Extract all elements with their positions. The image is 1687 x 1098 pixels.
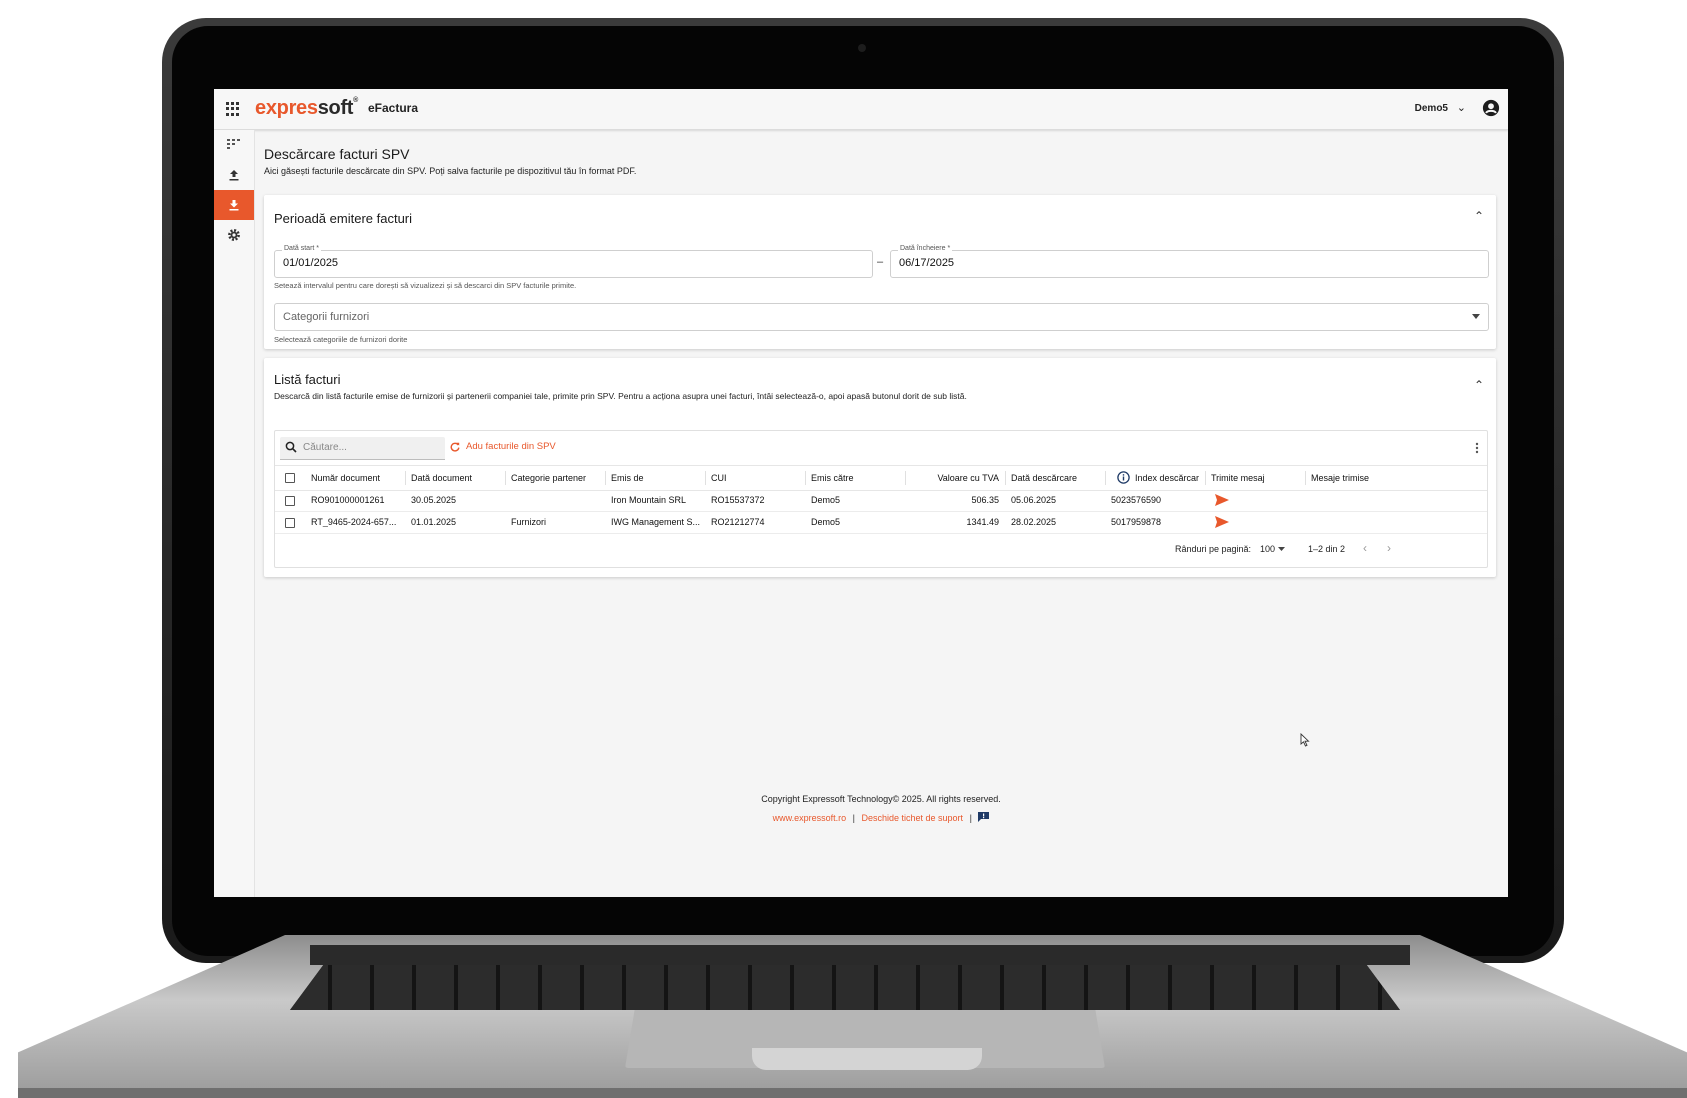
column-header-number[interactable]: Număr document [311,473,380,483]
row-checkbox[interactable] [285,518,295,528]
column-header-send-message[interactable]: Trimite mesaj [1211,473,1265,483]
dropdown-arrow-icon [1278,547,1286,551]
table-header: Număr document Dată document Categorie p… [275,465,1487,491]
column-header-index[interactable]: Index descărcar [1135,473,1203,483]
table-row[interactable]: RT_9465-2024-657... 01.01.2025 Furnizori… [275,511,1487,534]
table-toolbar: Căutare... Adu facturile din SPV [275,431,1487,465]
sidebar-item-upload[interactable] [214,160,254,190]
laptop-keyboard [290,965,1400,1010]
cell-value: 1341.49 [966,517,999,527]
chevron-down-icon[interactable]: ⌄ [1457,101,1466,114]
footer-links: www.expressoft.ro | Deschide tichet de s… [254,812,1508,823]
cell-recipient: Demo5 [811,517,841,527]
download-icon [229,200,239,211]
cell-number: RO901000001261 [311,495,385,505]
dropdown-arrow-icon [1472,314,1480,319]
laptop-hinge [310,945,1410,965]
refresh-icon [450,442,460,452]
cell-download-date: 28.02.2025 [1011,517,1057,527]
rows-per-page-label: Rânduri pe pagină: [1175,544,1252,554]
column-header-issuer[interactable]: Emis de [611,473,644,483]
column-header-category[interactable]: Categorie partener [511,473,586,483]
page-title: Descărcare facturi SPV [264,146,410,162]
end-date-value: 06/17/2025 [899,257,955,269]
mouse-cursor-icon [1300,733,1310,747]
cell-date: 30.05.2025 [411,495,457,505]
more-options-icon[interactable] [1475,442,1479,454]
sidebar-item-download[interactable] [214,190,254,220]
cell-cui: RO15537372 [711,495,765,505]
cell-issuer: IWG Management S... [611,517,701,527]
column-header-messages-sent[interactable]: Mesaje trimise [1311,473,1369,483]
supplier-category-select[interactable]: Categorii furnizori [274,303,1489,331]
column-header-value[interactable]: Valoare cu TVA [905,473,999,483]
start-date-field[interactable]: Dată start * 01/01/2025 [274,245,873,278]
gear-icon [228,229,240,241]
page-subtitle: Aici găsești facturile descărcate din SP… [264,166,637,176]
info-icon[interactable] [1117,471,1130,484]
user-menu[interactable]: Demo5 [1415,103,1448,114]
category-helper-text: Selectează categoriile de furnizori dori… [274,335,408,344]
search-input[interactable]: Căutare... [280,437,445,460]
send-icon[interactable] [1215,494,1229,506]
cell-number: RT_9465-2024-657... [311,517,397,527]
sidebar-item-list[interactable] [214,130,254,160]
account-circle-icon[interactable] [1482,99,1500,117]
feedback-icon[interactable] [978,812,990,822]
cell-index: 5017959878 [1111,517,1162,527]
chevron-right-icon[interactable]: › [1387,541,1391,555]
period-card: Perioadă emitere facturi ⌃ Dată start * … [264,195,1496,349]
top-bar: expressoft® eFactura Demo5 ⌄ [214,89,1508,130]
table-row[interactable]: RO901000001261 30.05.2025 Iron Mountain … [275,489,1487,512]
invoice-list-card: Listă facturi Descarcă din listă facturi… [264,358,1496,577]
main-content: Descărcare facturi SPV Aici găsești fact… [254,130,1508,897]
laptop-notch [752,1048,982,1070]
cell-recipient: Demo5 [811,495,841,505]
fetch-from-spv-button[interactable]: Adu facturile din SPV [450,441,556,452]
start-date-value: 01/01/2025 [283,257,339,269]
end-date-field[interactable]: Dată încheiere * 06/17/2025 [890,245,1489,278]
website-link[interactable]: www.expressoft.ro [773,813,847,823]
cell-issuer: Iron Mountain SRL [611,495,687,505]
chevron-up-icon[interactable]: ⌃ [1474,378,1484,392]
cell-date: 01.01.2025 [411,517,457,527]
cell-cui: RO21212774 [711,517,765,527]
product-name: eFactura [368,101,419,115]
select-all-checkbox[interactable] [285,473,295,483]
column-header-download-date[interactable]: Dată descărcare [1011,473,1077,483]
sidebar [214,130,255,897]
apps-grid-icon[interactable] [226,102,240,116]
list-numbered-icon [227,139,240,149]
page-range: 1–2 din 2 [1308,544,1346,554]
column-header-cui[interactable]: CUI [711,473,727,483]
brand-logo[interactable]: expressoft® [255,97,358,120]
row-checkbox[interactable] [285,496,295,506]
invoice-list-subtitle: Descarcă din listă facturile emise de fu… [274,391,967,401]
sidebar-item-settings[interactable] [214,220,254,250]
column-header-date[interactable]: Dată document [411,473,472,483]
period-title: Perioadă emitere facturi [274,211,413,226]
cell-value: 506.35 [971,495,999,505]
column-header-recipient[interactable]: Emis către [811,473,854,483]
search-icon [285,441,297,453]
app-screen: expressoft® eFactura Demo5 ⌄ Descărcare … [214,89,1508,897]
cell-category: Furnizori [511,517,547,527]
support-ticket-link[interactable]: Deschide tichet de suport [861,813,963,823]
laptop-foot [18,1088,1687,1098]
chevron-up-icon[interactable]: ⌃ [1474,209,1484,223]
chevron-left-icon[interactable]: ‹ [1363,541,1367,555]
date-helper-text: Setează intervalul pentru care dorești s… [274,281,577,290]
cell-index: 5023576590 [1111,495,1162,505]
webcam [858,44,866,52]
cell-download-date: 05.06.2025 [1011,495,1057,505]
invoice-list-title: Listă facturi [274,372,341,387]
rows-per-page-select[interactable]: 100 [1260,544,1286,554]
date-range-separator: – [877,256,884,268]
upload-icon [229,170,239,181]
footer-copyright: Copyright Expressoft Technology© 2025. A… [761,794,1001,804]
send-icon[interactable] [1215,516,1229,528]
invoice-table: Căutare... Adu facturile din SPV Număr d… [274,430,1488,568]
